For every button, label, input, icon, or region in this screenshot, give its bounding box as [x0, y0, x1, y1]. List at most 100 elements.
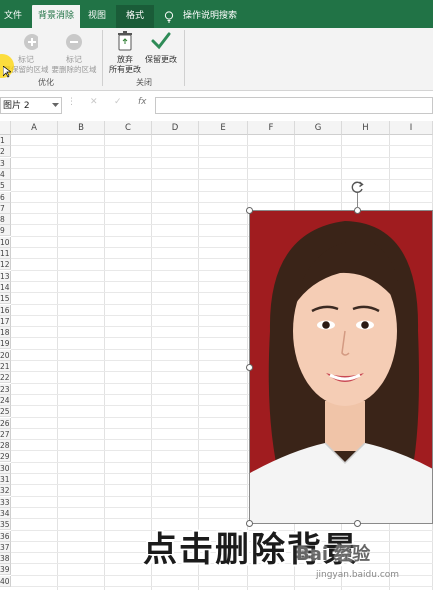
select-all-corner[interactable]: [0, 121, 11, 135]
row-header[interactable]: 20: [0, 349, 11, 361]
row-header[interactable]: 14: [0, 281, 11, 293]
ribbon-separator: [102, 30, 103, 86]
row-header[interactable]: 5: [0, 180, 11, 192]
row-header[interactable]: 21: [0, 361, 11, 372]
column-header[interactable]: H: [342, 121, 390, 135]
enter-icon[interactable]: ✓: [114, 97, 122, 107]
column-header[interactable]: D: [152, 121, 199, 135]
column-gridline: [104, 135, 105, 590]
column-header[interactable]: F: [248, 121, 295, 135]
watermark-brand: Bai 经验: [296, 544, 371, 565]
row-header[interactable]: 23: [0, 383, 11, 395]
row-header[interactable]: 39: [0, 564, 11, 576]
row-header[interactable]: 22: [0, 372, 11, 384]
row-header[interactable]: 9: [0, 225, 11, 237]
row-header[interactable]: 27: [0, 428, 11, 440]
discard-all-changes-button[interactable]: 放弃 所有更改: [106, 30, 144, 75]
formula-bar-dots: ⋮: [67, 97, 76, 107]
row-gridline: [11, 145, 433, 147]
row-header[interactable]: 34: [0, 507, 11, 519]
row-header[interactable]: 4: [0, 168, 11, 180]
row-header[interactable]: 12: [0, 259, 11, 271]
column-header[interactable]: A: [11, 121, 58, 135]
row-header[interactable]: 17: [0, 315, 11, 327]
minus-circle-icon: [66, 34, 82, 50]
row-header[interactable]: 32: [0, 485, 11, 497]
row-gridline: [11, 190, 433, 192]
row-header[interactable]: 36: [0, 530, 11, 542]
resize-handle[interactable]: [246, 207, 253, 214]
row-header[interactable]: 35: [0, 519, 11, 531]
checkmark-icon: [151, 32, 171, 50]
tell-me-search[interactable]: 操作说明搜索: [180, 5, 240, 28]
ribbon-panel: 标记 要保留的区域 标记 要删除的区域 优化 放弃 所有更改 保留更改 关闭: [0, 28, 433, 91]
row-header[interactable]: 18: [0, 327, 11, 339]
row-gridline: [11, 167, 433, 169]
close-group-label: 关闭: [136, 78, 152, 87]
row-header[interactable]: 26: [0, 417, 11, 429]
row-gridline: [11, 179, 433, 181]
column-header[interactable]: B: [58, 121, 105, 135]
row-gridline: [11, 201, 433, 203]
resize-handle[interactable]: [354, 207, 361, 214]
row-gridline: [11, 156, 433, 158]
refine-group-label: 优化: [38, 78, 54, 87]
row-header[interactable]: 38: [0, 553, 11, 565]
row-header[interactable]: 1: [0, 135, 11, 146]
tab-format[interactable]: 格式: [116, 5, 154, 28]
tab-file[interactable]: 文件: [0, 5, 26, 28]
rotation-stem: [357, 193, 358, 208]
insert-function-icon[interactable]: fx: [138, 97, 147, 107]
tab-background-removal[interactable]: 背景消除: [32, 5, 80, 28]
row-header[interactable]: 15: [0, 293, 11, 305]
row-header[interactable]: 33: [0, 496, 11, 508]
row-header[interactable]: 29: [0, 451, 11, 463]
row-header[interactable]: 8: [0, 214, 11, 226]
rotate-handle-icon[interactable]: [350, 180, 365, 195]
row-header[interactable]: 11: [0, 248, 11, 259]
chevron-down-icon[interactable]: [52, 103, 59, 108]
column-header[interactable]: E: [199, 121, 248, 135]
discard-label-1: 放弃: [117, 55, 133, 64]
row-header[interactable]: 3: [0, 157, 11, 169]
portrait-photo: [250, 211, 433, 524]
selected-picture[interactable]: [250, 211, 433, 524]
row-header[interactable]: 37: [0, 541, 11, 553]
row-header[interactable]: 40: [0, 575, 11, 587]
row-header[interactable]: 25: [0, 406, 11, 418]
column-header[interactable]: I: [390, 121, 433, 135]
watermark-url: jingyan.baidu.com: [316, 570, 400, 580]
keep-changes-button[interactable]: 保留更改: [142, 30, 180, 65]
plus-circle-icon: [24, 34, 40, 50]
row-header[interactable]: 19: [0, 338, 11, 350]
row-header[interactable]: 10: [0, 236, 11, 248]
formula-bar: 图片 2 ⋮ ✕ ✓ fx: [0, 91, 433, 122]
recycle-bin-icon: [118, 31, 132, 51]
row-header[interactable]: 31: [0, 474, 11, 485]
ribbon-separator: [184, 30, 185, 86]
resize-handle[interactable]: [246, 364, 253, 371]
column-gridline: [57, 135, 58, 590]
row-header[interactable]: 24: [0, 394, 11, 406]
row-header[interactable]: 6: [0, 191, 11, 203]
mark-remove-button[interactable]: 标记 要删除的区域: [48, 30, 100, 75]
mouse-cursor-icon: [3, 66, 11, 78]
column-header[interactable]: G: [295, 121, 342, 135]
tab-view[interactable]: 视图: [84, 5, 110, 28]
formula-input[interactable]: [155, 97, 433, 114]
row-header[interactable]: 16: [0, 304, 11, 316]
row-header[interactable]: 30: [0, 462, 11, 474]
row-header[interactable]: 7: [0, 202, 11, 214]
row-header[interactable]: 2: [0, 146, 11, 158]
row-gridline: [11, 586, 433, 587]
row-header[interactable]: 28: [0, 440, 11, 452]
lightbulb-icon: [164, 11, 174, 23]
row-header[interactable]: 13: [0, 270, 11, 282]
mark-remove-label-2: 要删除的区域: [51, 65, 97, 74]
column-header[interactable]: C: [105, 121, 152, 135]
cancel-icon[interactable]: ✕: [90, 97, 98, 107]
mark-remove-label-1: 标记: [66, 55, 82, 64]
discard-label-2: 所有更改: [109, 65, 141, 74]
keep-changes-label: 保留更改: [145, 55, 177, 64]
ribbon-tab-bar: 文件 背景消除 视图 格式 操作说明搜索: [0, 0, 433, 28]
